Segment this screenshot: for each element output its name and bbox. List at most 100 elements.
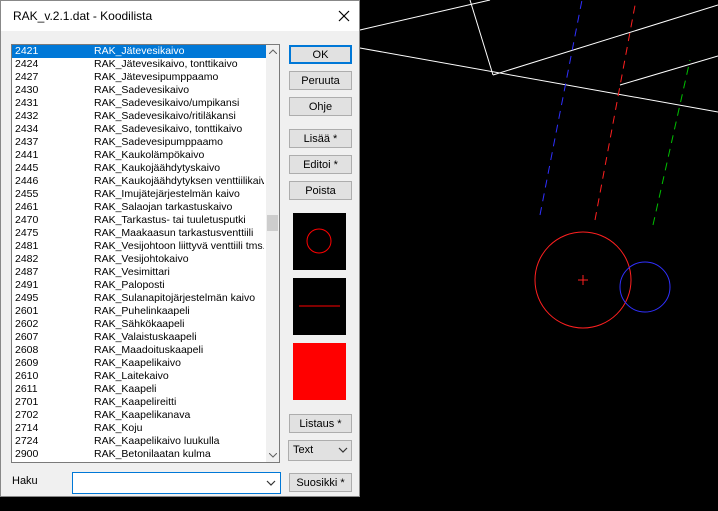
list-item-name: RAK_Maadoituskaapeli bbox=[94, 344, 204, 356]
scroll-down-arrow[interactable] bbox=[266, 449, 279, 462]
list-item-name: RAK_Sadevesikaivo/umpikansi bbox=[94, 97, 240, 109]
list-item[interactable]: 2900 RAK_Betonilaatan kulma bbox=[12, 448, 266, 461]
close-button[interactable] bbox=[331, 3, 357, 29]
cad-line bbox=[359, 0, 491, 31]
list-item[interactable]: 2432 RAK_Sadevesikaivo/ritiläkansi bbox=[12, 110, 266, 123]
chevron-down-icon[interactable] bbox=[266, 478, 276, 488]
search-input[interactable] bbox=[75, 475, 255, 491]
list-item[interactable]: 2714 RAK_Koju bbox=[12, 422, 266, 435]
list-item[interactable]: 2481 RAK_Vesijohtoon liittyvä venttiili t… bbox=[12, 240, 266, 253]
ok-button[interactable]: OK bbox=[289, 45, 352, 64]
list-item-code: 2491 bbox=[15, 279, 39, 291]
list-item[interactable]: 2470 RAK_Tarkastus- tai tuuletusputki bbox=[12, 214, 266, 227]
list-item[interactable]: 2427 RAK_Jätevesipumppaamo bbox=[12, 71, 266, 84]
list-item[interactable]: 2724 RAK_Kaapelikaivo luukulla bbox=[12, 435, 266, 448]
list-item-name: RAK_Paloposti bbox=[94, 279, 165, 291]
list-item[interactable]: 2445 RAK_Kaukojäähdytyskaivo bbox=[12, 162, 266, 175]
list-item-name: RAK_Jätevesipumppaamo bbox=[94, 71, 219, 83]
search-label: Haku bbox=[12, 475, 38, 487]
edit-button[interactable]: Editoi * bbox=[289, 155, 352, 174]
vertical-scrollbar[interactable] bbox=[266, 45, 279, 462]
list-item[interactable]: 2421 RAK_Jätevesikaivo bbox=[12, 45, 266, 58]
list-item[interactable]: 2609 RAK_Kaapelikaivo bbox=[12, 357, 266, 370]
list-item-name: RAK_Jätevesikaivo, tonttikaivo bbox=[94, 58, 238, 70]
delete-button[interactable]: Poista bbox=[289, 181, 352, 200]
cad-line bbox=[492, 4, 718, 76]
list-item-name: RAK_Kaukojäähdytyskaivo bbox=[94, 162, 221, 174]
list-item-name: RAK_Laitekaivo bbox=[94, 370, 169, 382]
list-item[interactable]: 2602 RAK_Sähkökaapeli bbox=[12, 318, 266, 331]
list-item-name: RAK_Kaapelikanava bbox=[94, 409, 191, 421]
list-item[interactable]: 2475 RAK_Maakaasun tarkastusventtiili bbox=[12, 227, 266, 240]
list-item-code: 2455 bbox=[15, 188, 39, 200]
list-item-name: RAK_Valaistuskaapeli bbox=[94, 331, 197, 343]
cad-blue-circle bbox=[619, 261, 671, 313]
cad-dashed-line bbox=[539, 0, 583, 216]
code-list-rows: 2421 RAK_Jätevesikaivo 2424 RAK_Jätevesikai… bbox=[12, 45, 266, 462]
list-item[interactable]: 2430 RAK_Sadevesikaivo bbox=[12, 84, 266, 97]
list-item-code: 2424 bbox=[15, 58, 39, 70]
list-item[interactable]: 2608 RAK_Maadoituskaapeli bbox=[12, 344, 266, 357]
list-item-name: RAK_Kaapelikaivo bbox=[94, 357, 181, 369]
list-item-name: RAK_Vesijohtoon liittyvä venttiili tms. bbox=[94, 240, 264, 252]
text-type-select[interactable]: Text bbox=[288, 440, 352, 461]
list-item[interactable]: 2601 RAK_Puhelinkaapeli bbox=[12, 305, 266, 318]
listing-button[interactable]: Listaus * bbox=[289, 414, 352, 433]
cancel-button[interactable]: Peruuta bbox=[289, 71, 352, 90]
list-item-code: 2446 bbox=[15, 175, 39, 187]
list-item[interactable]: 2446 RAK_Kaukojäähdytyksen venttiilikaivo bbox=[12, 175, 266, 188]
help-button[interactable]: Ohje bbox=[289, 97, 352, 116]
list-item-code: 2445 bbox=[15, 162, 39, 174]
list-item-code: 2495 bbox=[15, 292, 39, 304]
list-item-name: RAK_Jätevesikaivo bbox=[94, 45, 185, 57]
list-item-code: 2421 bbox=[15, 45, 39, 57]
list-item[interactable]: 2611 RAK_Kaapeli bbox=[12, 383, 266, 396]
list-item-name: RAK_Betonilaatan kulma bbox=[94, 448, 211, 460]
list-item[interactable]: 2491 RAK_Paloposti bbox=[12, 279, 266, 292]
list-item-code: 2724 bbox=[15, 435, 39, 447]
list-item-code: 2610 bbox=[15, 370, 39, 382]
list-item[interactable]: 2487 RAK_Vesimittari bbox=[12, 266, 266, 279]
list-item[interactable]: 2701 RAK_Kaapelireitti bbox=[12, 396, 266, 409]
list-item-name: RAK_Kaapelikaivo luukulla bbox=[94, 435, 220, 447]
list-item-code: 2475 bbox=[15, 227, 39, 239]
list-item[interactable]: 2495 RAK_Sulanapitojärjestelmän kaivo bbox=[12, 292, 266, 305]
code-listbox[interactable]: 2421 RAK_Jätevesikaivo 2424 RAK_Jätevesikai… bbox=[11, 44, 280, 463]
list-item[interactable]: 2437 RAK_Sadevesipumppaamo bbox=[12, 136, 266, 149]
list-item-name: RAK_Sähkökaapeli bbox=[94, 318, 185, 330]
list-item-code: 2427 bbox=[15, 71, 39, 83]
cad-dashed-line bbox=[652, 59, 691, 226]
list-item[interactable]: 2610 RAK_Laitekaivo bbox=[12, 370, 266, 383]
list-item[interactable]: 2441 RAK_Kaukolämpökaivo bbox=[12, 149, 266, 162]
list-item[interactable]: 2607 RAK_Valaistuskaapeli bbox=[12, 331, 266, 344]
list-item-name: RAK_Sadevesikaivo/ritiläkansi bbox=[94, 110, 236, 122]
list-item[interactable]: 2424 RAK_Jätevesikaivo, tonttikaivo bbox=[12, 58, 266, 71]
list-item[interactable]: 2455 RAK_Imujätejärjestelmän kaivo bbox=[12, 188, 266, 201]
search-combobox[interactable] bbox=[72, 472, 281, 494]
list-item-name: RAK_Maakaasun tarkastusventtiili bbox=[94, 227, 254, 239]
list-item-code: 2900 bbox=[15, 448, 39, 460]
scroll-thumb[interactable] bbox=[267, 215, 278, 231]
list-item-code: 2482 bbox=[15, 253, 39, 265]
chevron-down-icon bbox=[338, 447, 348, 453]
list-item-name: RAK_Sadevesikaivo bbox=[94, 84, 190, 96]
list-item[interactable]: 2431 RAK_Sadevesikaivo/umpikansi bbox=[12, 97, 266, 110]
list-item[interactable]: 2482 RAK_Vesijohtokaivo bbox=[12, 253, 266, 266]
list-item-code: 2601 bbox=[15, 305, 39, 317]
list-item-name: RAK_Kaapelireitti bbox=[94, 396, 177, 408]
scroll-up-arrow[interactable] bbox=[266, 45, 279, 58]
list-item-code: 2701 bbox=[15, 396, 39, 408]
list-item[interactable]: 2702 RAK_Kaapelikanava bbox=[12, 409, 266, 422]
list-item-code: 2441 bbox=[15, 149, 39, 161]
add-button[interactable]: Lisää * bbox=[289, 129, 352, 148]
list-item-code: 2714 bbox=[15, 422, 39, 434]
list-item-code: 2602 bbox=[15, 318, 39, 330]
list-item-name: RAK_Tarkastus- tai tuuletusputki bbox=[94, 214, 246, 226]
favorites-button[interactable]: Suosikki * bbox=[289, 473, 352, 492]
list-item[interactable]: 2434 RAK_Sadevesikaivo, tonttikaivo bbox=[12, 123, 266, 136]
list-item-name: RAK_Imujätejärjestelmän kaivo bbox=[94, 188, 240, 200]
list-item-code: 2434 bbox=[15, 123, 39, 135]
list-item-name: RAK_Puhelinkaapeli bbox=[94, 305, 190, 317]
list-item[interactable]: 2461 RAK_Salaojan tarkastuskaivo bbox=[12, 201, 266, 214]
cad-line bbox=[359, 47, 718, 113]
